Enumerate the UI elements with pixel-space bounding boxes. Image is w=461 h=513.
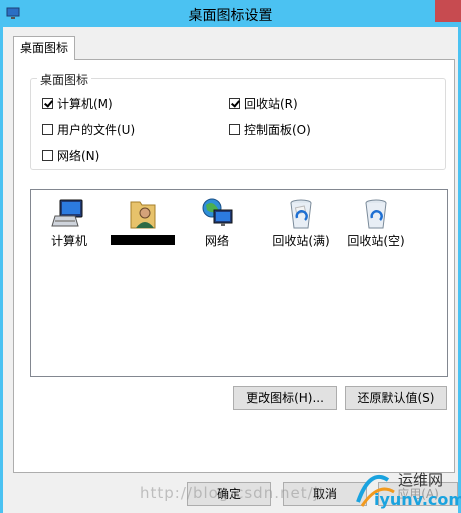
checkbox-label: 控制面板(O) [244, 122, 311, 137]
group-legend: 桌面图标 [37, 71, 92, 88]
apply-button[interactable]: 应用(A) [378, 482, 458, 506]
checkbox-box[interactable] [42, 149, 53, 161]
close-button[interactable] [435, 0, 461, 22]
computer-icon [51, 199, 83, 227]
icon-label: 回收站(满) [272, 234, 330, 248]
redacted-label [111, 235, 175, 245]
icon-label: 网络 [204, 234, 229, 248]
icon-item-user-folder[interactable] [111, 196, 175, 248]
change-icon-button[interactable]: 更改图标(H)... [233, 386, 337, 410]
icon-item-computer[interactable]: 计算机 [37, 196, 101, 249]
tab-desktop-icons[interactable]: 桌面图标 [13, 36, 75, 60]
recycle-bin-full-icon [290, 199, 312, 229]
checkbox-user-files[interactable]: 用户的文件(U) [42, 121, 135, 137]
icon-label: 回收站(空) [347, 234, 405, 248]
checkbox-control-panel[interactable]: 控制面板(O) [229, 121, 311, 137]
checkbox-box[interactable] [229, 123, 240, 135]
user-folder-icon [130, 201, 156, 229]
icon-list[interactable]: 计算机 网络 回收站(满) 回收站(空) [30, 189, 448, 377]
desktop-icons-group: 桌面图标 计算机(M) 回收站(R) 用户的文件(U) 控制面板(O) 网络(N… [30, 71, 446, 170]
checkbox-computer[interactable]: 计算机(M) [42, 95, 113, 111]
title-bar: 桌面图标设置 [0, 0, 461, 27]
network-icon [202, 198, 233, 226]
recycle-bin-empty-icon [365, 199, 387, 229]
checkbox-box[interactable] [42, 123, 53, 135]
checkbox-label: 计算机(M) [57, 96, 113, 111]
icon-label: 计算机 [50, 234, 87, 248]
cancel-button[interactable]: 取消 [283, 482, 367, 506]
checkbox-label: 回收站(R) [244, 96, 298, 111]
icon-item-recycle-bin-empty[interactable]: 回收站(空) [344, 196, 408, 249]
checkbox-box[interactable] [229, 97, 240, 109]
checkbox-label: 用户的文件(U) [57, 122, 136, 137]
restore-default-button[interactable]: 还原默认值(S) [345, 386, 447, 410]
icon-item-network[interactable]: 网络 [185, 196, 249, 249]
window-title: 桌面图标设置 [188, 8, 273, 24]
checkbox-network[interactable]: 网络(N) [42, 147, 99, 163]
checkbox-box[interactable] [42, 97, 53, 109]
tab-panel: 桌面图标 计算机(M) 回收站(R) 用户的文件(U) 控制面板(O) 网络(N… [13, 59, 455, 473]
window-frame-left [0, 27, 3, 513]
checkbox-label: 网络(N) [57, 148, 100, 163]
checkbox-recycle-bin[interactable]: 回收站(R) [229, 95, 298, 111]
ok-button[interactable]: 确定 [187, 482, 271, 506]
icon-item-recycle-bin-full[interactable]: 回收站(满) [269, 196, 333, 249]
